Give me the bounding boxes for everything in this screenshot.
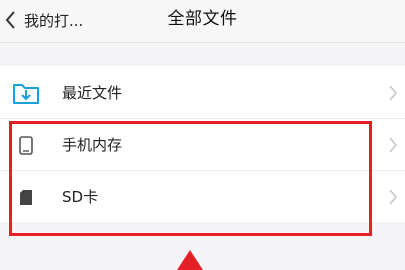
top-navigation-bar: 我的打... 全部文件 (0, 0, 405, 42)
empty-area (0, 222, 405, 270)
list-item-label: 手机内存 (62, 135, 123, 154)
chevron-right-icon (389, 85, 397, 101)
storage-list: 最近文件 手机内存 SD卡 (0, 66, 405, 222)
list-item-recent-files[interactable]: 最近文件 (0, 66, 405, 118)
list-item-phone-storage[interactable]: 手机内存 (0, 118, 405, 170)
chevron-right-icon (389, 189, 397, 205)
sd-card-icon (20, 190, 32, 205)
page-title: 全部文件 (167, 9, 238, 29)
chevron-right-icon (389, 137, 397, 153)
list-item-label: 最近文件 (62, 83, 123, 102)
phone-icon (19, 136, 33, 155)
nav-divider (0, 42, 405, 43)
list-item-label: SD卡 (62, 187, 99, 206)
download-folder-icon (13, 84, 39, 104)
list-item-sd-card[interactable]: SD卡 (0, 170, 405, 222)
